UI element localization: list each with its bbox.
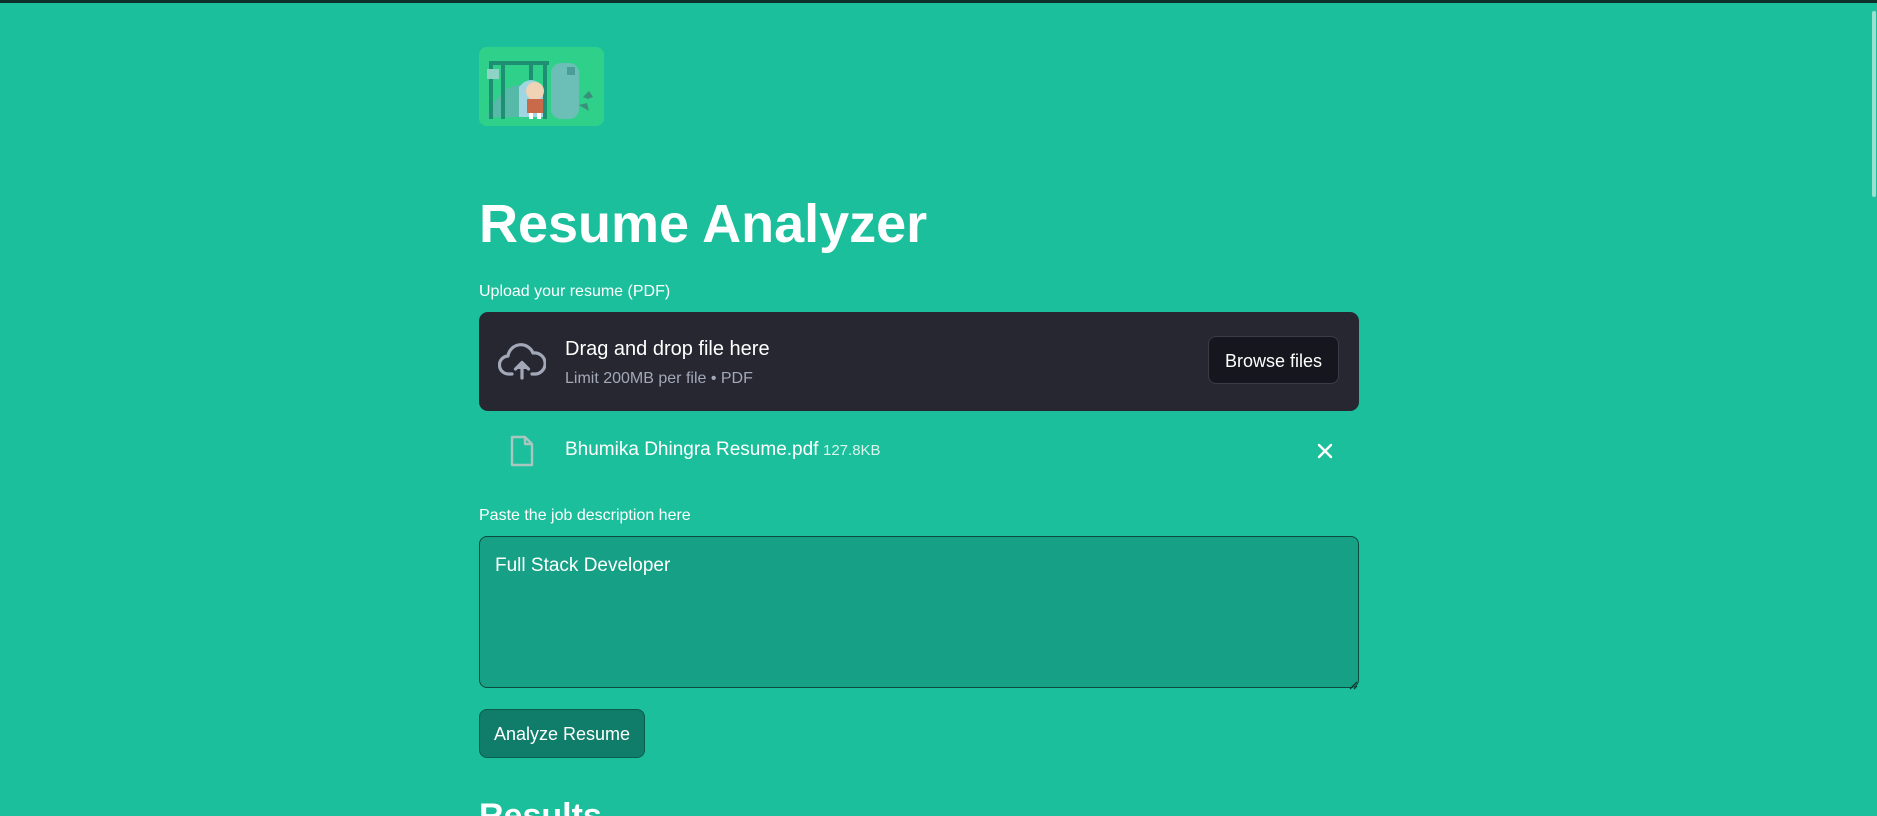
uploaded-file-size: 127.8KB (823, 442, 881, 459)
results-heading: Results (479, 797, 602, 816)
page-title: Resume Analyzer (479, 194, 928, 254)
job-description-label: Paste the job description here (479, 507, 691, 524)
close-icon[interactable] (1314, 440, 1336, 462)
file-dropzone[interactable]: Drag and drop file here Limit 200MB per … (479, 312, 1359, 411)
top-decoration-bar (0, 0, 1877, 3)
resume-upload-label: Upload your resume (PDF) (479, 283, 671, 300)
dropzone-title: Drag and drop file here (565, 338, 770, 360)
app-logo-illustration (479, 47, 604, 126)
uploaded-file-name: Bhumika Dhingra Resume.pdf (565, 439, 819, 460)
file-icon (509, 435, 535, 467)
uploaded-file-row: Bhumika Dhingra Resume.pdf 127.8KB (479, 428, 1359, 472)
job-description-textarea[interactable]: Full Stack Developer (479, 536, 1359, 688)
page-scrollbar[interactable] (1869, 3, 1877, 816)
cloud-upload-icon (497, 342, 547, 382)
analyze-resume-button[interactable]: Analyze Resume (479, 709, 645, 758)
scrollbar-thumb[interactable] (1872, 11, 1876, 197)
textarea-resize-handle[interactable] (1348, 677, 1358, 690)
browse-files-button[interactable]: Browse files (1208, 336, 1339, 384)
dropzone-limit-hint: Limit 200MB per file • PDF (565, 370, 753, 387)
logo-illustration-icon (479, 47, 604, 126)
